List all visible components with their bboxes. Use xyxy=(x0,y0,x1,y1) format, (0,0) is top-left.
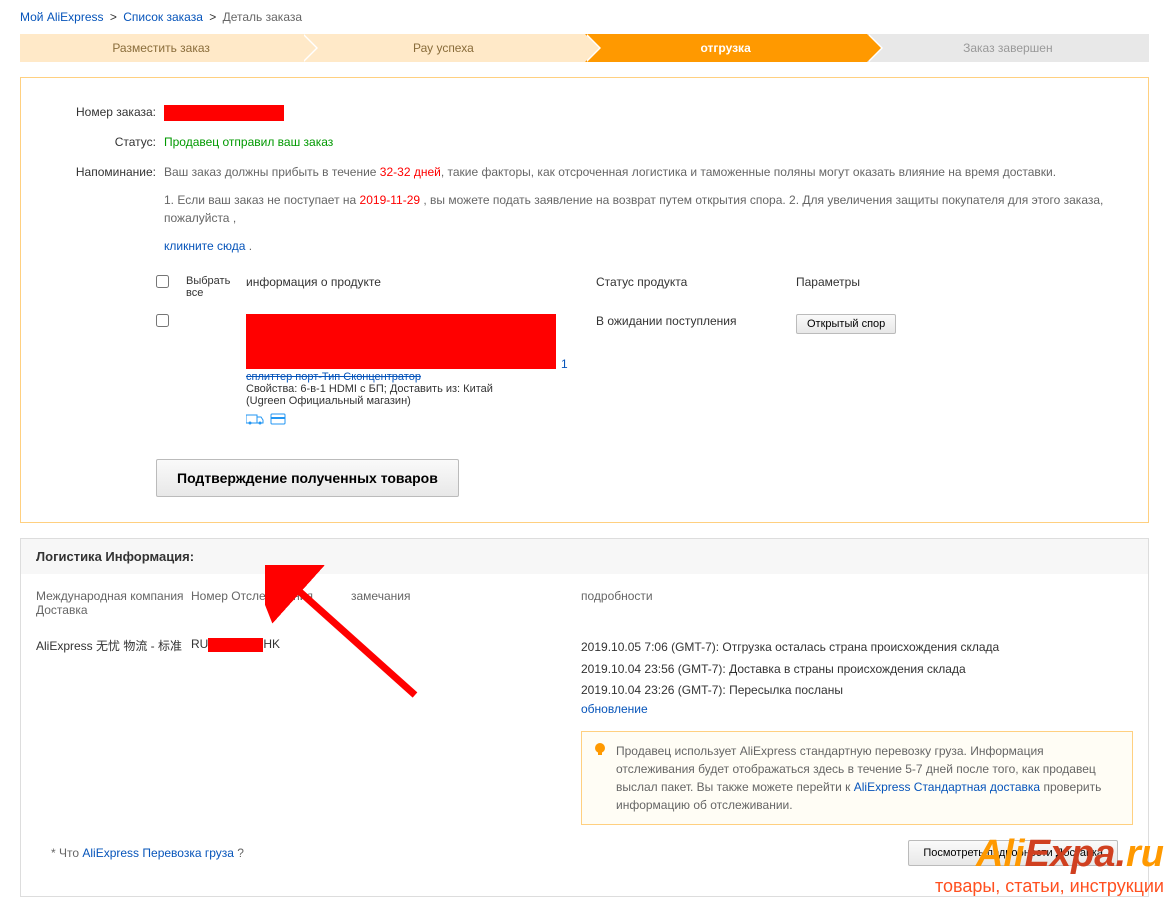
product-props: Свойства: 6-в-1 HDMI с БП; Доставить из:… xyxy=(246,383,596,395)
product-store: (Ugreen Официальный магазин) xyxy=(246,395,596,407)
step-place-order: Разместить заказ xyxy=(20,34,302,62)
breadcrumb-my-aliexpress[interactable]: Мой AliExpress xyxy=(20,10,104,24)
tracking-number: RUHK xyxy=(191,637,351,825)
shipping-company: AliExpress 无忧 物流 - 标准 xyxy=(36,637,191,825)
select-all-label: Выбрать все xyxy=(186,275,246,299)
breadcrumb-order-list[interactable]: Список заказа xyxy=(123,10,203,24)
tracking-event: 2019.10.04 23:26 (GMT-7): Пересылка посл… xyxy=(581,680,1133,702)
order-number-label: Номер заказа: xyxy=(61,103,156,121)
shipping-info-link[interactable]: AliExpress Перевозка груза xyxy=(82,846,234,860)
bulb-icon xyxy=(592,742,608,758)
update-link[interactable]: обновление xyxy=(581,702,648,716)
log-col-track: Номер Отслеживания xyxy=(191,589,351,617)
status-value: Продавец отправил ваш заказ xyxy=(164,133,1108,151)
product-qty: 1 xyxy=(561,357,568,371)
view-shipping-details-button[interactable]: Посмотреть подробности Доставка xyxy=(908,840,1118,866)
product-checkbox[interactable] xyxy=(156,314,169,327)
tracking-event: 2019.10.05 7:06 (GMT-7): Отгрузка остала… xyxy=(581,637,1133,659)
product-row: 1 сплиттер порт-Тип Сконцентратор Свойст… xyxy=(156,304,1108,439)
log-col-company: Международная компания Доставка xyxy=(36,589,191,617)
col-product-status: Статус продукта xyxy=(596,275,796,299)
product-status: В ожидании поступления xyxy=(596,314,796,328)
logistics-title: Логистика Информация: xyxy=(21,539,1148,574)
step-complete: Заказ завершен xyxy=(867,34,1149,62)
step-shipping: отгрузка xyxy=(585,34,867,62)
step-pay-success: Рау успеха xyxy=(302,34,584,62)
select-all-checkbox[interactable] xyxy=(156,275,169,288)
tracking-event: 2019.10.04 23:56 (GMT-7): Доставка в стр… xyxy=(581,659,1133,681)
product-title-crossed: сплиттер порт-Тип Сконцентратор xyxy=(246,371,596,383)
logistics-panel: Логистика Информация: Международная комп… xyxy=(20,538,1149,897)
breadcrumb-current: Деталь заказа xyxy=(223,10,302,24)
order-panel: Номер заказа: Статус: Продавец отправил … xyxy=(20,77,1149,523)
log-col-details: подробности xyxy=(581,589,1133,617)
log-col-notes: замечания xyxy=(351,589,581,617)
progress-bar: Разместить заказ Рау успеха отгрузка Зак… xyxy=(20,34,1149,62)
product-image-redacted xyxy=(246,314,556,369)
product-table: Выбрать все информация о продукте Статус… xyxy=(156,270,1108,439)
what-is-shipping: * Что AliExpress Перевозка груза ? xyxy=(51,846,244,860)
tracking-redacted xyxy=(208,638,263,652)
open-dispute-button[interactable]: Открытый спор xyxy=(796,314,896,334)
info-box: Продавец использует AliExpress стандартн… xyxy=(581,731,1133,825)
breadcrumb: Мой AliExpress > Список заказа > Деталь … xyxy=(0,0,1169,34)
col-params: Параметры xyxy=(796,275,946,299)
truck-icon xyxy=(246,412,264,426)
tracking-events: 2019.10.05 7:06 (GMT-7): Отгрузка остала… xyxy=(581,637,1133,702)
order-number-redacted xyxy=(164,105,284,121)
click-here-link[interactable]: кликните сюда xyxy=(164,239,245,253)
card-icon xyxy=(270,412,286,426)
logistics-row: AliExpress 无忧 物流 - 标准 RUHK 2019.10.05 7:… xyxy=(36,625,1133,825)
reminder-label: Напоминание: xyxy=(61,163,156,255)
status-label: Статус: xyxy=(61,133,156,151)
reminder-text: Ваш заказ должны прибыть в течение 32-32… xyxy=(164,163,1108,255)
confirm-receipt-button[interactable]: Подтверждение полученных товаров xyxy=(156,459,459,497)
col-product-info: информация о продукте xyxy=(246,275,596,299)
